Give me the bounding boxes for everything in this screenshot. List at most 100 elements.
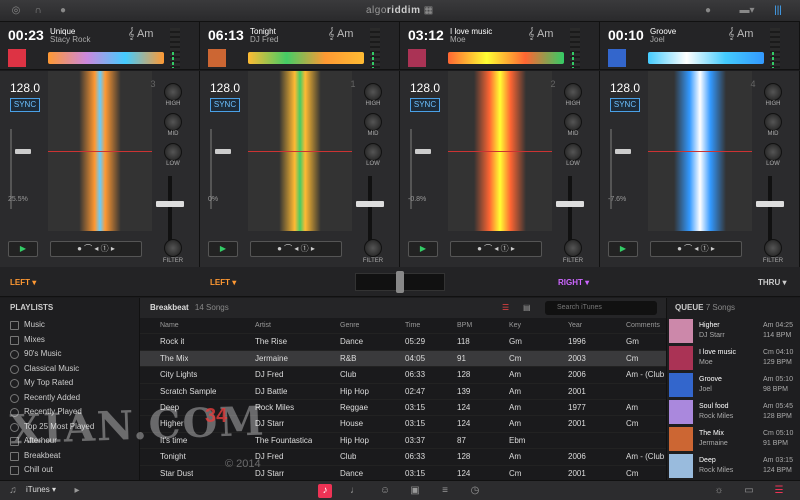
column-header[interactable]: Comments xyxy=(626,318,660,334)
column-header[interactable]: Time xyxy=(405,318,420,334)
playlist-item[interactable]: 90's Music xyxy=(0,347,139,362)
eq-low-knob[interactable] xyxy=(564,143,582,161)
queue-item[interactable]: Soul food Rock Miles Am 05:45 128 BPM xyxy=(667,399,800,426)
itunes-icon[interactable]: ♫ xyxy=(6,484,20,498)
eq-mid-knob[interactable] xyxy=(764,113,782,131)
play-button[interactable]: ▶ xyxy=(8,241,38,257)
eq-mid-knob[interactable] xyxy=(564,113,582,131)
sync-button[interactable]: SYNC xyxy=(410,98,440,112)
sync-button[interactable]: SYNC xyxy=(210,98,240,112)
eq-mid-knob[interactable] xyxy=(164,113,182,131)
waveform[interactable] xyxy=(448,71,552,231)
table-cell: 02:47 xyxy=(405,386,426,396)
layout-icon[interactable]: ▭ xyxy=(742,484,756,498)
loop-controls[interactable]: ● ⌒ ◂ ① ▸ xyxy=(650,241,742,257)
table-row[interactable]: City Lights DJ Fred Club 06:33 128 Am 2006 Am -… xyxy=(140,367,682,384)
artists-icon[interactable]: ☺ xyxy=(378,484,392,498)
crossfader[interactable] xyxy=(355,271,445,293)
library-view-icon[interactable]: ♪ xyxy=(318,484,332,498)
pin-icon[interactable]: ◎ xyxy=(10,5,22,17)
track-overview[interactable] xyxy=(648,52,764,64)
albums-icon[interactable]: ▣ xyxy=(408,484,422,498)
playlist-item[interactable]: Music xyxy=(0,318,139,333)
eq-mid-label: MID xyxy=(767,131,779,137)
filter-knob[interactable] xyxy=(364,239,382,257)
filter-knob[interactable] xyxy=(764,239,782,257)
eq-high-knob[interactable] xyxy=(364,83,382,101)
sync-button[interactable]: SYNC xyxy=(10,98,40,112)
add-icon[interactable]: ▸ xyxy=(70,484,84,498)
queue-item[interactable]: The Mix Jermaine Cm 05:10 91 BPM xyxy=(667,426,800,453)
brightness-icon[interactable]: ☼ xyxy=(712,484,726,498)
queue-item[interactable]: Higher DJ Starr Am 04:25 114 BPM xyxy=(667,318,800,345)
loop-controls[interactable]: ● ⌒ ◂ ① ▸ xyxy=(50,241,142,257)
queue-key-time: Cm 05:10 xyxy=(763,430,794,437)
track-overview[interactable] xyxy=(448,52,564,64)
eq-high-knob[interactable] xyxy=(164,83,182,101)
track-overview[interactable] xyxy=(248,52,364,64)
waveform[interactable] xyxy=(248,71,352,231)
play-button[interactable]: ▶ xyxy=(208,241,238,257)
queue-item[interactable]: Groove Joel Am 05:10 98 BPM xyxy=(667,372,800,399)
queue-item[interactable]: Deep Rock Miles Am 03:15 124 BPM xyxy=(667,453,800,480)
layout-icon[interactable]: ▬▾ xyxy=(737,5,757,17)
queue-toggle-icon[interactable]: ☰ xyxy=(772,484,786,498)
waveform[interactable] xyxy=(48,71,152,231)
mixer-icon[interactable]: ≡ xyxy=(438,484,452,498)
queue-item[interactable]: I love music Moe Cm 04:10 129 BPM xyxy=(667,345,800,372)
deck-assign-left-1[interactable]: LEFT ▾ xyxy=(10,278,36,287)
column-header[interactable]: Genre xyxy=(340,318,359,334)
loop-controls[interactable]: ● ⌒ ◂ ① ▸ xyxy=(450,241,542,257)
list-view-icon[interactable]: ☰ xyxy=(502,298,509,318)
volume-fader[interactable] xyxy=(156,176,184,246)
deck-key: 𝄞 Am xyxy=(528,28,554,40)
record-icon[interactable]: ● xyxy=(702,5,714,17)
eq-high-knob[interactable] xyxy=(564,83,582,101)
eq-mid-knob[interactable] xyxy=(364,113,382,131)
column-header[interactable]: Name xyxy=(160,318,179,334)
column-header[interactable]: Year xyxy=(568,318,582,334)
table-cell: Am xyxy=(509,402,521,412)
search-input[interactable]: Search iTunes xyxy=(545,301,657,315)
playlist-item[interactable]: Chill out xyxy=(0,463,139,478)
playlist-item[interactable]: Classical Music xyxy=(0,362,139,377)
table-row[interactable]: Tonight DJ Fred Club 06:33 128 Am 2006 Am - (Cl… xyxy=(140,449,682,466)
microphone-icon[interactable]: ● xyxy=(57,5,69,17)
column-header[interactable]: BPM xyxy=(457,318,472,334)
table-row[interactable]: Scratch Sample DJ Battle Hip Hop 02:47 139 Am… xyxy=(140,384,666,400)
headphones-icon[interactable]: ∩ xyxy=(32,5,44,17)
table-cell: Am xyxy=(626,402,638,412)
library-count: 14 Songs xyxy=(194,303,229,312)
table-cell: 1977 xyxy=(568,402,586,412)
playlist-item[interactable]: My Top Rated xyxy=(0,376,139,391)
eq-low-knob[interactable] xyxy=(364,143,382,161)
table-row[interactable]: The Mix Jermaine R&B 04:05 91 Cm 2003 Cm xyxy=(140,350,666,368)
eq-low-knob[interactable] xyxy=(764,143,782,161)
waveform[interactable] xyxy=(648,71,752,231)
album-art xyxy=(8,49,26,67)
deck-assign-thru[interactable]: THRU ▾ xyxy=(758,278,786,287)
volume-fader[interactable] xyxy=(356,176,384,246)
history-icon[interactable]: ◷ xyxy=(468,484,482,498)
volume-fader[interactable] xyxy=(756,176,784,246)
grid-view-icon[interactable]: ▤ xyxy=(523,298,531,318)
playlist-item[interactable]: Mixes xyxy=(0,333,139,348)
volume-fader[interactable] xyxy=(556,176,584,246)
column-header[interactable]: Artist xyxy=(255,318,271,334)
filter-knob[interactable] xyxy=(564,239,582,257)
songs-icon[interactable]: ♩ xyxy=(348,484,362,498)
source-selector[interactable]: iTunes ▾ xyxy=(26,485,56,494)
filter-knob[interactable] xyxy=(164,239,182,257)
deck-assign-right[interactable]: RIGHT ▾ xyxy=(558,278,589,287)
sync-button[interactable]: SYNC xyxy=(610,98,640,112)
equalizer-view-icon[interactable]: ||| xyxy=(770,5,786,17)
eq-high-knob[interactable] xyxy=(764,83,782,101)
loop-controls[interactable]: ● ⌒ ◂ ① ▸ xyxy=(250,241,342,257)
column-header[interactable]: Key xyxy=(509,318,521,334)
track-overview[interactable] xyxy=(48,52,164,64)
deck-assign-left-2[interactable]: LEFT ▾ xyxy=(210,278,236,287)
play-button[interactable]: ▶ xyxy=(408,241,438,257)
play-button[interactable]: ▶ xyxy=(608,241,638,257)
eq-low-knob[interactable] xyxy=(164,143,182,161)
table-row[interactable]: Rock it The Rise Dance 05:29 118 Gm 1996 Gm xyxy=(140,334,666,351)
